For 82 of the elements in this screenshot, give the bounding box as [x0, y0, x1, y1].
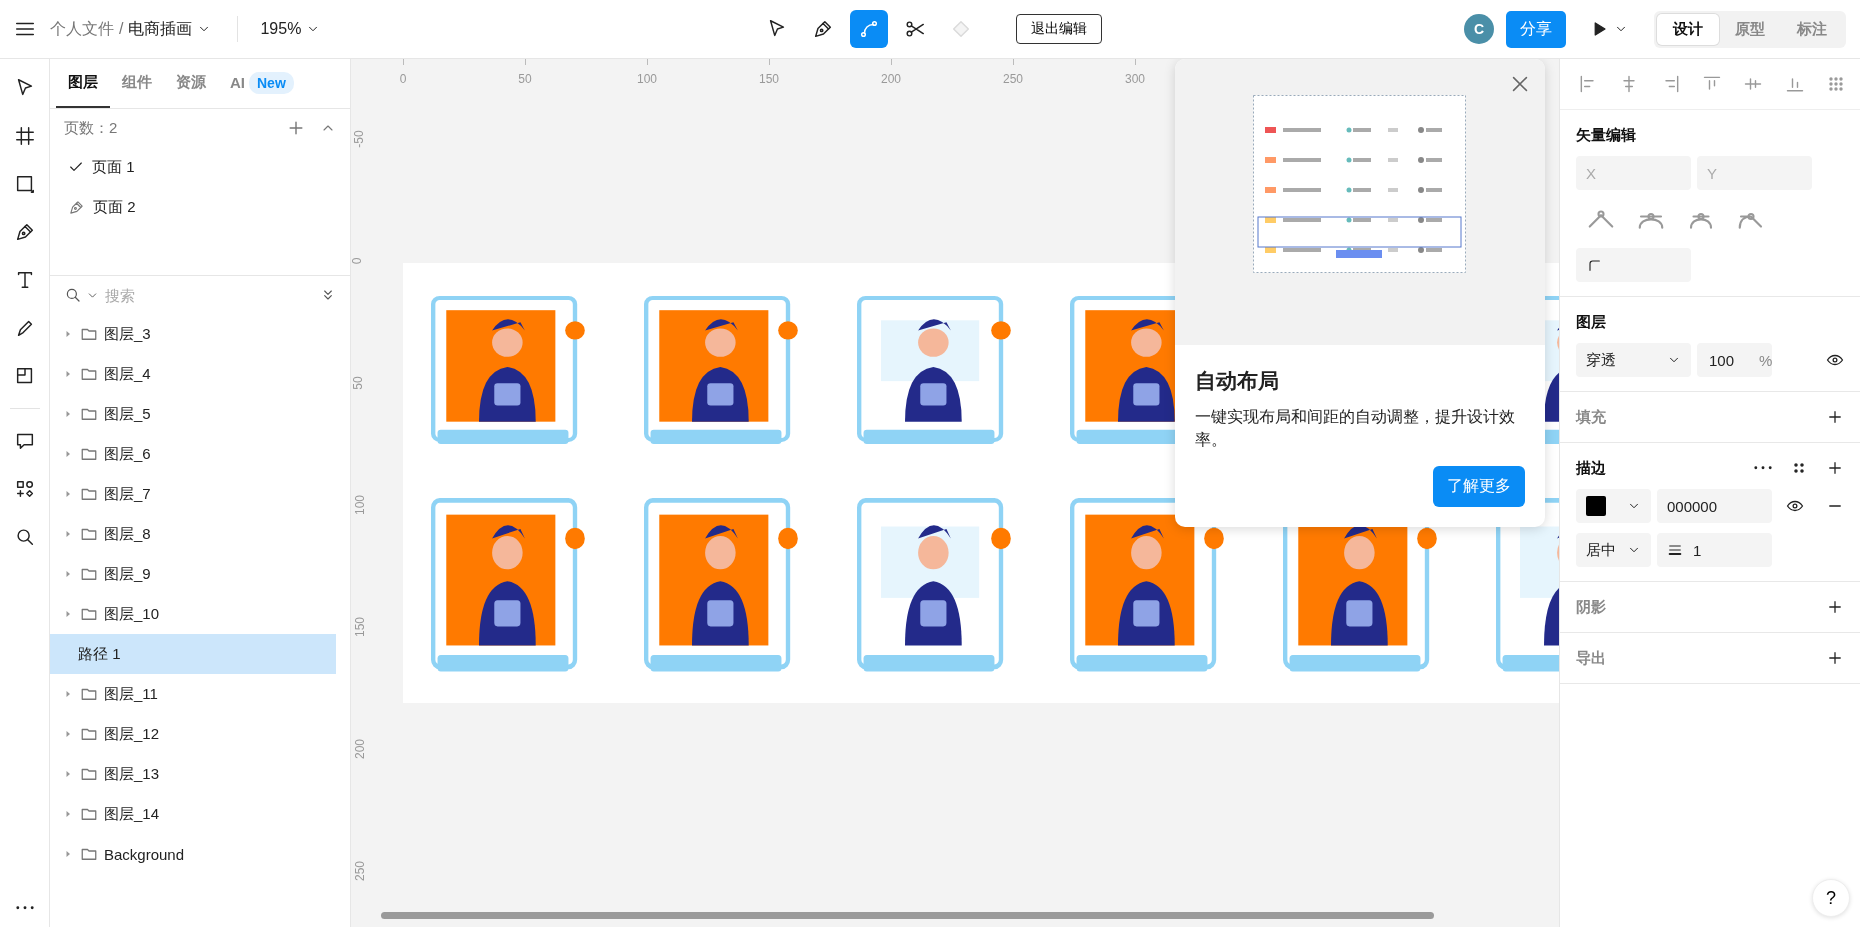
file-name[interactable]: 电商插画 — [128, 18, 193, 40]
layer-name[interactable]: 图层_14 — [104, 804, 160, 824]
plus-icon[interactable] — [1826, 649, 1844, 667]
opacity-field[interactable]: 100 % — [1697, 343, 1772, 377]
frame-icon — [13, 125, 36, 147]
pen-icon — [68, 198, 85, 216]
zoom-level[interactable]: 195% — [260, 20, 302, 38]
panel-tab[interactable]: 资源 — [164, 59, 218, 108]
ruler-label: 300 — [1125, 72, 1145, 86]
stroke-weight-icon — [1667, 542, 1683, 558]
stroke-position-dropdown[interactable]: 居中 — [1576, 533, 1651, 567]
ruler-label: -50 — [352, 130, 367, 148]
ruler-label: 150 — [353, 617, 367, 637]
page-item[interactable]: 页面 2 — [93, 197, 136, 217]
layer-name[interactable]: 图层_12 — [104, 724, 160, 744]
scrollbar[interactable] — [381, 912, 1434, 919]
breadcrumb-separator: / — [119, 20, 124, 38]
ruler-label: 200 — [881, 72, 901, 86]
layer-name[interactable]: 路径 1 — [78, 644, 121, 664]
layer-name[interactable]: 图层_8 — [104, 524, 151, 544]
ruler-label: 150 — [759, 72, 779, 86]
percent-unit: % — [1759, 351, 1773, 369]
blend-mode-dropdown[interactable]: 穿透 — [1576, 343, 1691, 377]
exit-edit-button[interactable]: 退出编辑 — [1016, 14, 1102, 44]
stroke-width-field[interactable]: 1 — [1657, 533, 1772, 567]
panel-tab[interactable]: 图层 — [56, 59, 110, 108]
plus-icon[interactable] — [1826, 408, 1844, 426]
ruler-label: 100 — [637, 72, 657, 86]
section-title: 导出 — [1576, 648, 1607, 668]
section-title: 矢量编辑 — [1576, 125, 1637, 145]
page-item[interactable]: 页面 1 — [92, 157, 135, 177]
plus-icon[interactable] — [1826, 459, 1844, 477]
stroke-width-input[interactable]: 1 — [1691, 540, 1735, 560]
page-count: 页数：2 — [64, 118, 119, 138]
popup-text: 一键实现布局和间距的自动调整，提升设计效率。 — [1195, 407, 1516, 451]
more-icon[interactable] — [15, 906, 34, 910]
search-icon — [64, 286, 82, 304]
mode-tab[interactable]: 设计 — [1657, 13, 1719, 45]
opacity-input[interactable]: 100 — [1707, 350, 1751, 370]
section-title: 阴影 — [1576, 597, 1607, 617]
section-title: 描边 — [1576, 458, 1607, 478]
color-swatch — [1586, 496, 1606, 516]
y-field[interactable]: Y — [1697, 156, 1812, 190]
pen-icon — [812, 18, 834, 40]
ruler-label: 50 — [518, 72, 532, 86]
more-icon[interactable] — [1754, 466, 1772, 470]
layer-name[interactable]: 图层_13 — [104, 764, 160, 784]
layer-name[interactable]: 图层_4 — [104, 364, 151, 384]
section-title: 图层 — [1576, 312, 1607, 332]
ruler-label: 250 — [1003, 72, 1023, 86]
corner-radius-icon — [1586, 257, 1602, 273]
ruler-label: 0 — [399, 72, 407, 86]
help-button[interactable]: ? — [1812, 879, 1850, 917]
color-dropdown[interactable] — [1576, 489, 1651, 523]
ruler-label: 100 — [353, 495, 367, 515]
scissors-icon — [904, 18, 926, 40]
plus-icon[interactable] — [1826, 598, 1844, 616]
layer-search-field[interactable]: 搜索 — [103, 285, 257, 305]
layer-name[interactable]: 图层_7 — [104, 484, 151, 504]
layer-name[interactable]: 图层_5 — [104, 404, 151, 424]
layer-name[interactable]: Background — [104, 845, 185, 863]
corner-radius-field[interactable] — [1576, 248, 1691, 282]
popup-title: 自动布局 — [1195, 368, 1280, 394]
layer-name[interactable]: 图层_3 — [104, 324, 151, 344]
x-field[interactable]: X — [1576, 156, 1691, 190]
layer-name[interactable]: 图层_11 — [104, 684, 158, 704]
layer-name[interactable]: 图层_6 — [104, 444, 151, 464]
ruler-label: 250 — [353, 861, 367, 881]
diamond-icon — [950, 18, 972, 40]
ruler-label: 0 — [351, 257, 364, 265]
layer-name[interactable]: 图层_9 — [104, 564, 151, 584]
ruler-label: 50 — [351, 376, 366, 390]
breadcrumb-parent[interactable]: 个人文件 — [50, 18, 114, 40]
layer-name[interactable]: 图层_10 — [104, 604, 160, 624]
new-badge: New — [249, 71, 294, 94]
panel-tab[interactable]: 组件 — [110, 59, 164, 108]
hex-color-field[interactable]: 000000 — [1657, 489, 1772, 523]
curve-icon — [858, 18, 880, 40]
user-avatar[interactable]: C — [1464, 14, 1494, 44]
ruler-label: 200 — [353, 739, 367, 759]
panel-tab[interactable]: AI New — [218, 59, 306, 108]
section-title: 填充 — [1576, 407, 1607, 427]
